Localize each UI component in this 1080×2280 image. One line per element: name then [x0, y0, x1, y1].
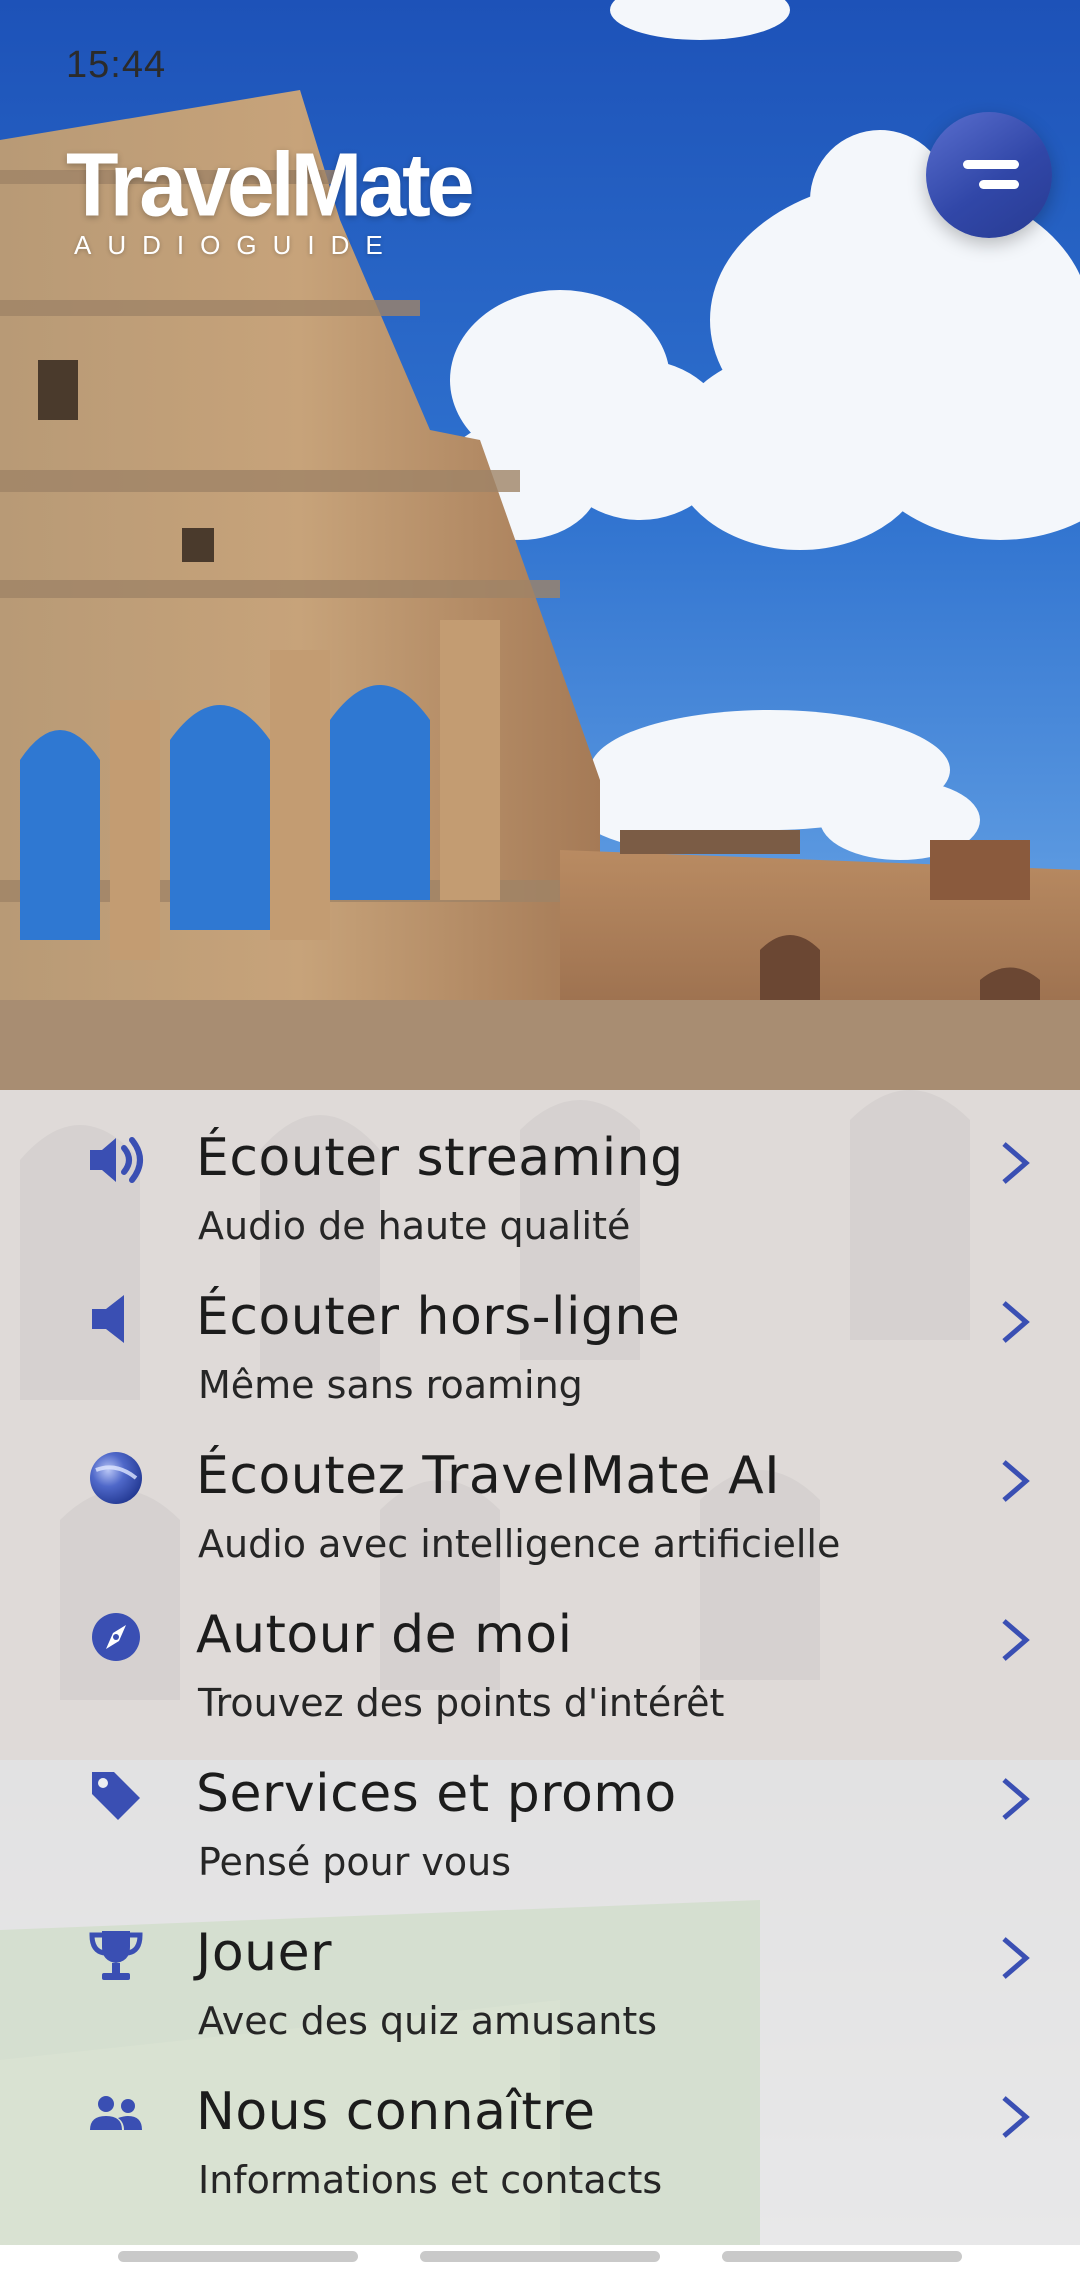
- menu-item-title: Écoutez TravelMate AI: [196, 1446, 781, 1506]
- chevron-right-icon: [1002, 1937, 1030, 1979]
- menu-item-travelmate-ai[interactable]: Écoutez TravelMate AI Audio avec intelli…: [0, 1446, 1080, 1604]
- menu-item-about-us[interactable]: Nous connaître Informations et contacts: [0, 2082, 1080, 2240]
- menu-item-around-me[interactable]: Autour de moi Trouvez des points d'intér…: [0, 1605, 1080, 1763]
- logo-title: TravelMate: [66, 134, 475, 236]
- nav-pill-left[interactable]: [118, 2251, 358, 2262]
- main-menu-panel: Écouter streaming Audio de haute qualité…: [0, 1090, 1080, 2245]
- menu-item-play[interactable]: Jouer Avec des quiz amusants: [0, 1923, 1080, 2081]
- chevron-right-icon: [1002, 2096, 1030, 2138]
- compass-icon: [80, 1601, 152, 1673]
- chevron-right-icon: [1002, 1460, 1030, 1502]
- menu-item-offline[interactable]: Écouter hors-ligne Même sans roaming: [0, 1287, 1080, 1445]
- system-nav-bar: [0, 2245, 1080, 2280]
- trophy-icon: [80, 1919, 152, 1991]
- menu-item-subtitle: Avec des quiz amusants: [198, 1999, 658, 2043]
- tag-icon: [80, 1760, 152, 1832]
- menu-item-title: Écouter hors-ligne: [196, 1287, 681, 1347]
- menu-icon-bar: [979, 180, 1019, 189]
- app-logo: TravelMate AUDIOGUIDE: [66, 134, 475, 261]
- menu-item-subtitle: Audio avec intelligence artificielle: [198, 1522, 841, 1566]
- ai-sphere-icon: [80, 1442, 152, 1514]
- menu-item-subtitle: Informations et contacts: [198, 2158, 663, 2202]
- menu-item-subtitle: Trouvez des points d'intérêt: [198, 1681, 725, 1725]
- speaker-wave-icon: [80, 1124, 152, 1196]
- menu-item-subtitle: Pensé pour vous: [198, 1840, 512, 1884]
- menu-item-title: Autour de moi: [196, 1605, 573, 1665]
- people-icon: [80, 2078, 152, 2150]
- speaker-icon: [80, 1283, 152, 1355]
- chevron-right-icon: [1002, 1619, 1030, 1661]
- menu-item-title: Services et promo: [196, 1764, 677, 1824]
- menu-item-streaming[interactable]: Écouter streaming Audio de haute qualité: [0, 1128, 1080, 1286]
- menu-item-title: Nous connaître: [196, 2082, 596, 2142]
- menu-item-title: Écouter streaming: [196, 1128, 684, 1188]
- menu-item-services-promo[interactable]: Services et promo Pensé pour vous: [0, 1764, 1080, 1922]
- chevron-right-icon: [1002, 1778, 1030, 1820]
- menu-item-title: Jouer: [196, 1923, 332, 1983]
- menu-item-subtitle: Audio de haute qualité: [198, 1204, 631, 1248]
- menu-item-subtitle: Même sans roaming: [198, 1363, 583, 1407]
- menu-icon: [963, 160, 1019, 169]
- menu-button[interactable]: [926, 112, 1052, 238]
- chevron-right-icon: [1002, 1301, 1030, 1343]
- nav-pill-right[interactable]: [722, 2251, 962, 2262]
- nav-pill-center[interactable]: [420, 2251, 660, 2262]
- chevron-right-icon: [1002, 1142, 1030, 1184]
- status-time: 15:44: [66, 44, 167, 86]
